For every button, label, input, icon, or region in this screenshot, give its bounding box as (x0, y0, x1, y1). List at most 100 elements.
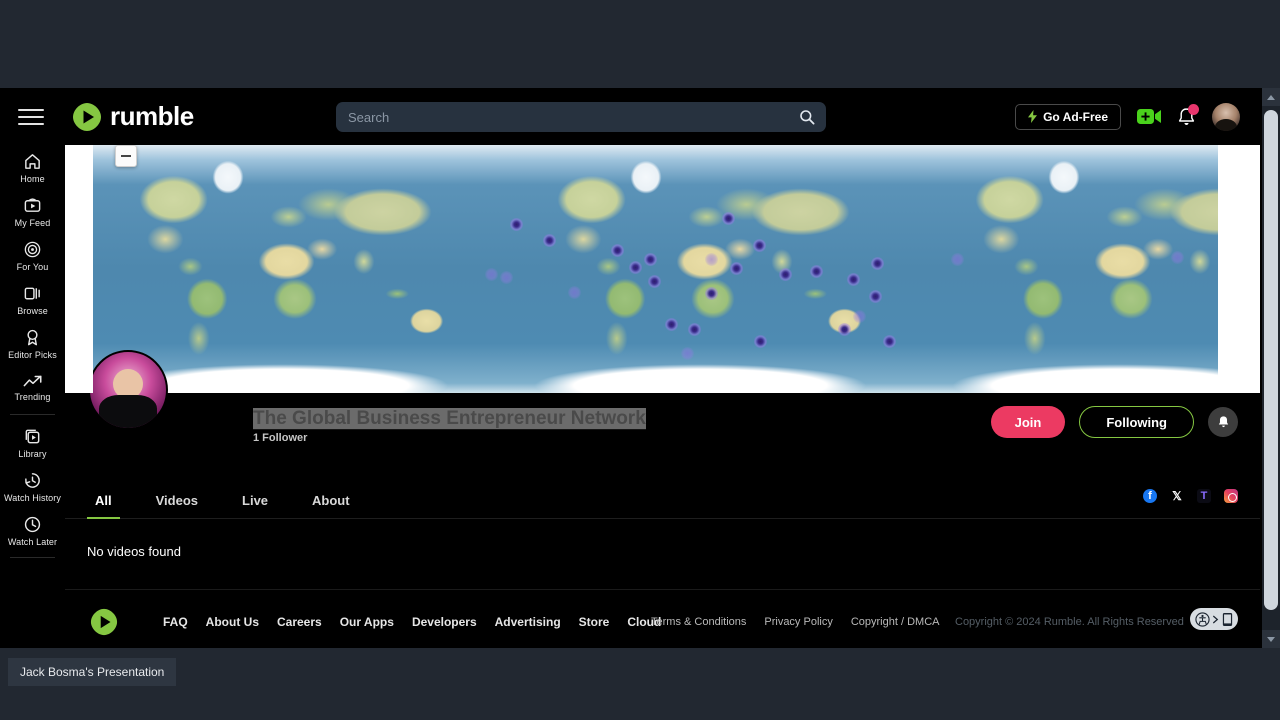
channel-notification-bell-icon[interactable] (1208, 407, 1238, 437)
page-title[interactable]: The Global Business Entrepreneur Network (253, 408, 646, 430)
go-ad-free-label: Go Ad-Free (1043, 109, 1108, 124)
map-marker[interactable] (838, 323, 851, 336)
footer-link-advertising[interactable]: Advertising (495, 615, 561, 629)
sidebar-item-label: Home (20, 173, 45, 184)
rumble-wordmark: rumble (110, 101, 194, 131)
search-bar[interactable] (336, 102, 826, 132)
map-marker[interactable] (754, 335, 767, 348)
map-marker[interactable] (648, 275, 661, 288)
sidebar-item-library[interactable]: Library (0, 420, 65, 464)
chevron-down-icon (1267, 636, 1275, 642)
facebook-icon[interactable]: f (1143, 489, 1157, 503)
x-twitter-icon[interactable]: 𝕏 (1170, 489, 1184, 503)
footer-link-careers[interactable]: Careers (277, 615, 322, 629)
sidebar-item-label: Library (18, 448, 47, 459)
wheelchair-icon (1194, 611, 1210, 627)
app-header: rumble Go Ad-Free (0, 88, 1262, 145)
scrollbar-thumb[interactable] (1264, 110, 1278, 610)
bell-glyph-icon (1218, 416, 1228, 428)
map-marker[interactable] (871, 257, 884, 270)
footer-link-store[interactable]: Store (579, 615, 610, 629)
footer-link-faq[interactable]: FAQ (163, 615, 188, 629)
sidebar-item-browse[interactable]: Browse (0, 277, 65, 321)
award-icon (27, 329, 38, 345)
truth-social-icon[interactable]: T (1197, 489, 1211, 503)
map-marker[interactable] (951, 253, 964, 266)
tab-about[interactable]: About (304, 481, 358, 519)
avatar[interactable] (1212, 102, 1240, 131)
map-marker[interactable] (644, 253, 657, 266)
taskbar-window-button[interactable]: Jack Bosma's Presentation (8, 658, 177, 686)
channel-tabs: All Videos Live About f 𝕏 T (65, 481, 1260, 519)
sidebar-item-editor-picks[interactable]: Editor Picks (0, 321, 65, 365)
footer-link-our-apps[interactable]: Our Apps (340, 615, 394, 629)
scroll-down-button[interactable] (1262, 630, 1280, 648)
map-marker[interactable] (869, 290, 882, 303)
vertical-scrollbar[interactable] (1262, 88, 1280, 648)
join-button[interactable]: Join (990, 406, 1066, 438)
map-marker[interactable] (665, 318, 678, 331)
video-grid: No videos found (65, 519, 1260, 589)
tab-all[interactable]: All (87, 481, 120, 519)
scroll-up-button[interactable] (1262, 88, 1280, 106)
search-input[interactable] (336, 109, 788, 125)
footer-link-about-us[interactable]: About Us (206, 615, 259, 629)
banner-left-padding (65, 145, 93, 393)
map-marker[interactable] (510, 218, 523, 231)
map-marker[interactable] (779, 268, 792, 281)
map-marker[interactable] (688, 323, 701, 336)
video-plus-icon[interactable] (1137, 108, 1161, 125)
map-marker[interactable] (629, 261, 642, 274)
map-marker[interactable] (543, 234, 556, 247)
sidebar-item-my-feed[interactable]: My Feed (0, 189, 65, 233)
map-marker[interactable] (705, 253, 718, 266)
map-marker[interactable] (847, 273, 860, 286)
following-button[interactable]: Following (1079, 406, 1194, 438)
map-marker[interactable] (485, 268, 498, 281)
channel-banner (65, 145, 1260, 393)
sidebar-item-watch-later[interactable]: Watch Later (0, 508, 65, 552)
sidebar-item-watch-history[interactable]: Watch History (0, 464, 65, 508)
footer-link-terms[interactable]: Terms & Conditions (651, 616, 746, 628)
map-marker[interactable] (705, 287, 718, 300)
sidebar-item-home[interactable]: Home (0, 145, 65, 189)
footer-link-privacy[interactable]: Privacy Policy (764, 616, 832, 628)
channel-actions: Join Following (990, 406, 1238, 438)
map-marker[interactable] (1171, 251, 1184, 264)
library-icon (25, 429, 40, 443)
sidebar-item-label: My Feed (14, 217, 51, 228)
left-sidebar[interactable]: Home My Feed For You Browse Editor Picks… (0, 145, 65, 648)
footer-link-developers[interactable]: Developers (412, 615, 477, 629)
map-marker[interactable] (611, 244, 624, 257)
map-marker[interactable] (753, 239, 766, 252)
search-icon[interactable] (788, 102, 826, 132)
map-marker[interactable] (500, 271, 513, 284)
sidebar-item-label: Trending (14, 391, 51, 402)
map-marker[interactable] (568, 286, 581, 299)
map-marker[interactable] (722, 212, 735, 225)
notification-badge (1188, 103, 1199, 115)
sidebar-item-trending[interactable]: Trending (0, 365, 65, 409)
tab-live[interactable]: Live (234, 481, 276, 519)
channel-avatar[interactable] (88, 350, 168, 430)
instagram-icon[interactable] (1224, 489, 1238, 503)
rumble-logo[interactable]: rumble (72, 101, 194, 132)
browse-icon (24, 287, 40, 299)
map-marker[interactable] (883, 335, 896, 348)
sidebar-item-label: Watch Later (7, 536, 58, 547)
map-marker[interactable] (853, 310, 866, 323)
sidebar-item-for-you[interactable]: For You (0, 233, 65, 277)
footer-rumble-icon[interactable] (90, 608, 118, 641)
hamburger-menu-icon[interactable] (18, 104, 48, 130)
tab-videos[interactable]: Videos (148, 481, 206, 519)
notification-bell-icon[interactable] (1177, 103, 1199, 127)
map-zoom-out-button[interactable] (115, 145, 137, 167)
go-ad-free-button[interactable]: Go Ad-Free (1015, 103, 1121, 130)
lightning-bolt-icon (1028, 110, 1038, 123)
accessibility-widget-icon[interactable] (1190, 608, 1238, 630)
footer-link-copyright-dmca[interactable]: Copyright / DMCA (851, 616, 940, 628)
taskbar: Jack Bosma's Presentation (0, 648, 1280, 720)
map-marker[interactable] (730, 262, 743, 275)
map-marker[interactable] (681, 347, 694, 360)
map-marker[interactable] (810, 265, 823, 278)
